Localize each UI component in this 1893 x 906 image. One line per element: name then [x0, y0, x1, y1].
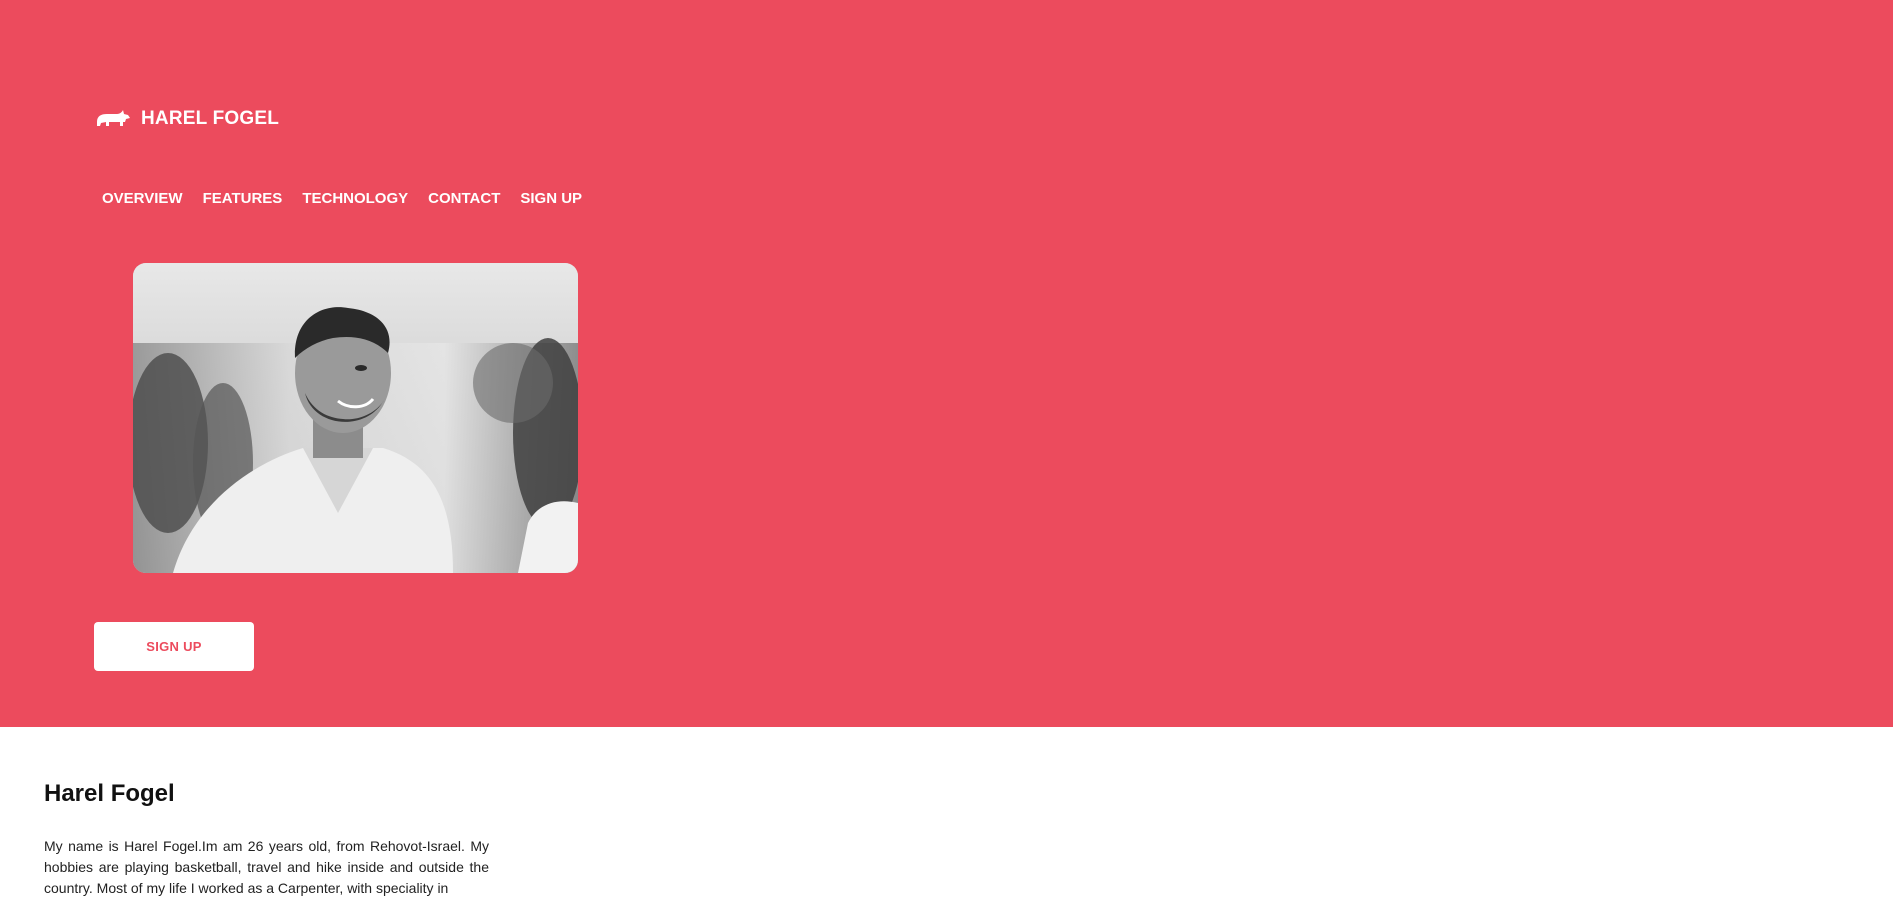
rhino-icon: [95, 108, 131, 130]
nav-item-overview[interactable]: OVERVIEW: [102, 190, 183, 207]
nav-item-contact[interactable]: CONTACT: [428, 190, 500, 207]
about-section: Harel Fogel My name is Harel Fogel.Im am…: [44, 780, 489, 899]
hero-section: HAREL FOGEL OVERVIEW FEATURES TECHNOLOGY…: [0, 0, 1893, 727]
about-text: My name is Harel Fogel.Im am 26 years ol…: [44, 838, 489, 896]
nav-item-technology[interactable]: TECHNOLOGY: [302, 190, 408, 207]
nav-item-features[interactable]: FEATURES: [203, 190, 283, 207]
main-nav: OVERVIEW FEATURES TECHNOLOGY CONTACT SIG…: [102, 190, 582, 207]
nav-item-sign-up[interactable]: SIGN UP: [520, 190, 582, 207]
brand-name: HAREL FOGEL: [141, 108, 280, 129]
about-title: Harel Fogel: [44, 780, 175, 807]
brand[interactable]: HAREL FOGEL: [95, 108, 279, 130]
portrait-photo: [133, 263, 578, 573]
sign-up-button[interactable]: SIGN UP: [94, 622, 254, 671]
